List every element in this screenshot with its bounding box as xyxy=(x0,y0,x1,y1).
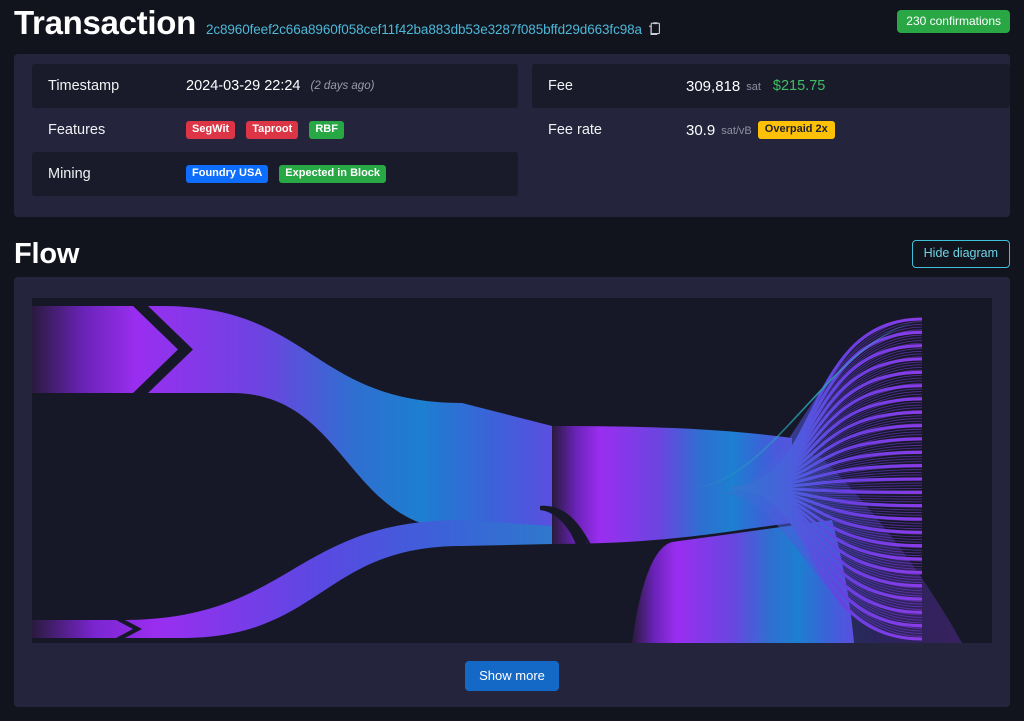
clipboard-copy-icon[interactable] xyxy=(648,22,661,36)
flow-section-header: Flow Hide diagram xyxy=(0,228,1024,280)
flow-title: Flow xyxy=(14,237,80,270)
detail-label-timestamp: Timestamp xyxy=(48,78,120,94)
fee-fiat-value: $215.75 xyxy=(772,78,826,94)
confirmations-badge: 230 confirmations xyxy=(897,10,1010,33)
txid-container: 2c8960feef2c66a8960f058cef11f42ba883db53… xyxy=(206,20,661,39)
detail-row-mining: Mining Foundry USA Expected in Block xyxy=(32,152,518,196)
fee-rate-amount: 30.9 xyxy=(686,121,716,139)
detail-label-fee: Fee xyxy=(548,78,573,94)
details-column-right: Fee 309,818 sat $215.75 Fee rate 30.9 sa… xyxy=(532,64,1010,207)
transaction-id[interactable]: 2c8960feef2c66a8960f058cef11f42ba883db53… xyxy=(206,22,642,37)
detail-value-fee-rate: 30.9 sat/vB Overpaid 2x xyxy=(686,121,835,139)
detail-label-features: Features xyxy=(48,122,106,138)
detail-row-fee: Fee 309,818 sat $215.75 xyxy=(532,64,1010,108)
fee-amount: 309,818 xyxy=(686,77,741,95)
feature-tag-rbf[interactable]: RBF xyxy=(309,121,344,139)
page-header: Transaction 2c8960feef2c66a8960f058cef11… xyxy=(0,0,1024,46)
flow-diagram-card: Show more xyxy=(14,277,1010,707)
detail-row-features: Features SegWit Taproot RBF xyxy=(32,108,518,152)
timestamp-relative: (2 days ago) xyxy=(310,80,375,92)
detail-value-mining: Foundry USA Expected in Block xyxy=(186,165,387,183)
detail-row-fee-rate: Fee rate 30.9 sat/vB Overpaid 2x xyxy=(532,108,1010,152)
sankey-input-band-small xyxy=(32,520,552,638)
transaction-page: Transaction 2c8960feef2c66a8960f058cef11… xyxy=(0,0,1024,721)
show-more-button[interactable]: Show more xyxy=(465,661,559,691)
mining-tag-expected-block[interactable]: Expected in Block xyxy=(279,165,387,183)
feature-tag-segwit[interactable]: SegWit xyxy=(186,121,236,139)
detail-value-features: SegWit Taproot RBF xyxy=(186,121,344,139)
feature-tag-taproot[interactable]: Taproot xyxy=(246,121,299,139)
sankey-input-band-large xyxy=(32,306,552,530)
sankey-diagram[interactable] xyxy=(32,298,992,643)
overpaid-badge[interactable]: Overpaid 2x xyxy=(757,121,835,139)
detail-label-fee-rate: Fee rate xyxy=(548,122,602,138)
show-more-row: Show more xyxy=(14,661,1010,691)
hide-diagram-button[interactable]: Hide diagram xyxy=(911,240,1010,268)
timestamp-value: 2024-03-29 22:24 xyxy=(186,78,301,94)
mining-tag-pool[interactable]: Foundry USA xyxy=(186,165,269,183)
fee-unit: sat xyxy=(746,81,761,93)
transaction-details-card: Timestamp 2024-03-29 22:24 (2 days ago) … xyxy=(14,54,1010,217)
page-title: Transaction xyxy=(14,4,196,41)
details-column-left: Timestamp 2024-03-29 22:24 (2 days ago) … xyxy=(32,64,518,207)
detail-label-mining: Mining xyxy=(48,166,91,182)
detail-value-timestamp: 2024-03-29 22:24 (2 days ago) xyxy=(186,78,374,94)
detail-row-timestamp: Timestamp 2024-03-29 22:24 (2 days ago) xyxy=(32,64,518,108)
fee-rate-unit: sat/vB xyxy=(721,125,752,137)
detail-value-fee: 309,818 sat $215.75 xyxy=(686,78,825,95)
sankey-svg[interactable] xyxy=(32,298,992,643)
